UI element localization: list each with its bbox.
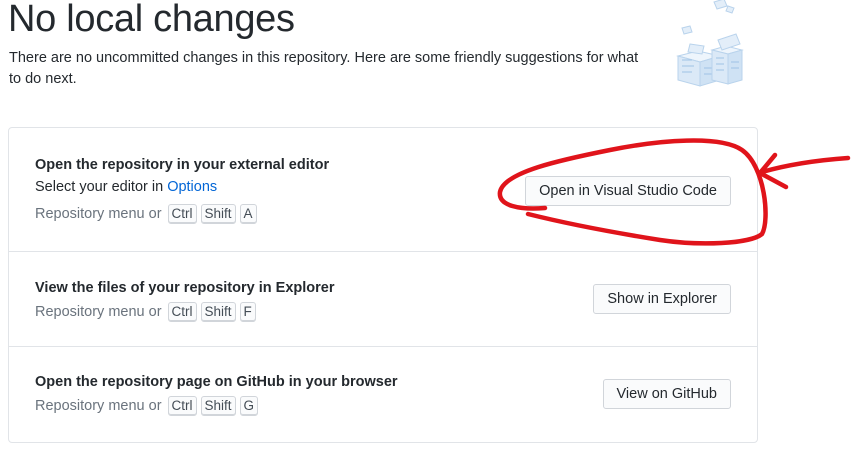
- suggestion-open-editor: Open the repository in your external edi…: [9, 128, 757, 252]
- key-shift: Shift: [200, 302, 236, 322]
- arrow-head: [757, 152, 789, 190]
- key-ctrl: Ctrl: [167, 396, 197, 416]
- key-ctrl: Ctrl: [167, 302, 197, 322]
- page-title: No local changes: [8, 0, 295, 40]
- shortcut-label: Repository menu or: [35, 398, 162, 414]
- empty-repo-illustration: [676, 0, 744, 87]
- key-ctrl: Ctrl: [167, 204, 197, 224]
- key-f: F: [239, 302, 256, 322]
- key-shift: Shift: [200, 396, 236, 416]
- key-a: A: [239, 204, 257, 224]
- arrow-shaft: [759, 155, 851, 175]
- keyboard-shortcut: Repository menu or Ctrl Shift G: [35, 396, 259, 416]
- view-on-github-button[interactable]: View on GitHub: [602, 379, 731, 409]
- suggestion-title: Open the repository in your external edi…: [35, 157, 330, 173]
- key-g: G: [239, 396, 259, 416]
- open-in-vscode-button[interactable]: Open in Visual Studio Code: [525, 176, 731, 206]
- suggestion-view-github: Open the repository page on GitHub in yo…: [9, 347, 757, 442]
- no-local-changes-view: No local changes There are no uncommitte…: [0, 0, 852, 452]
- suggestion-title: View the files of your repository in Exp…: [35, 280, 335, 296]
- suggestion-show-explorer: View the files of your repository in Exp…: [9, 252, 757, 347]
- shortcut-label: Repository menu or: [35, 304, 162, 320]
- keyboard-shortcut: Repository menu or Ctrl Shift F: [35, 302, 256, 322]
- description-text: Select your editor in: [35, 179, 168, 195]
- suggestions-panel: Open the repository in your external edi…: [8, 127, 758, 443]
- suggestion-description: Select your editor in Options: [35, 179, 217, 195]
- shortcut-label: Repository menu or: [35, 206, 162, 222]
- keyboard-shortcut: Repository menu or Ctrl Shift A: [35, 204, 257, 224]
- suggestion-title: Open the repository page on GitHub in yo…: [35, 374, 398, 390]
- show-in-explorer-button[interactable]: Show in Explorer: [593, 284, 731, 314]
- options-link[interactable]: Options: [167, 179, 217, 195]
- key-shift: Shift: [200, 204, 236, 224]
- page-subtitle: There are no uncommitted changes in this…: [9, 50, 639, 87]
